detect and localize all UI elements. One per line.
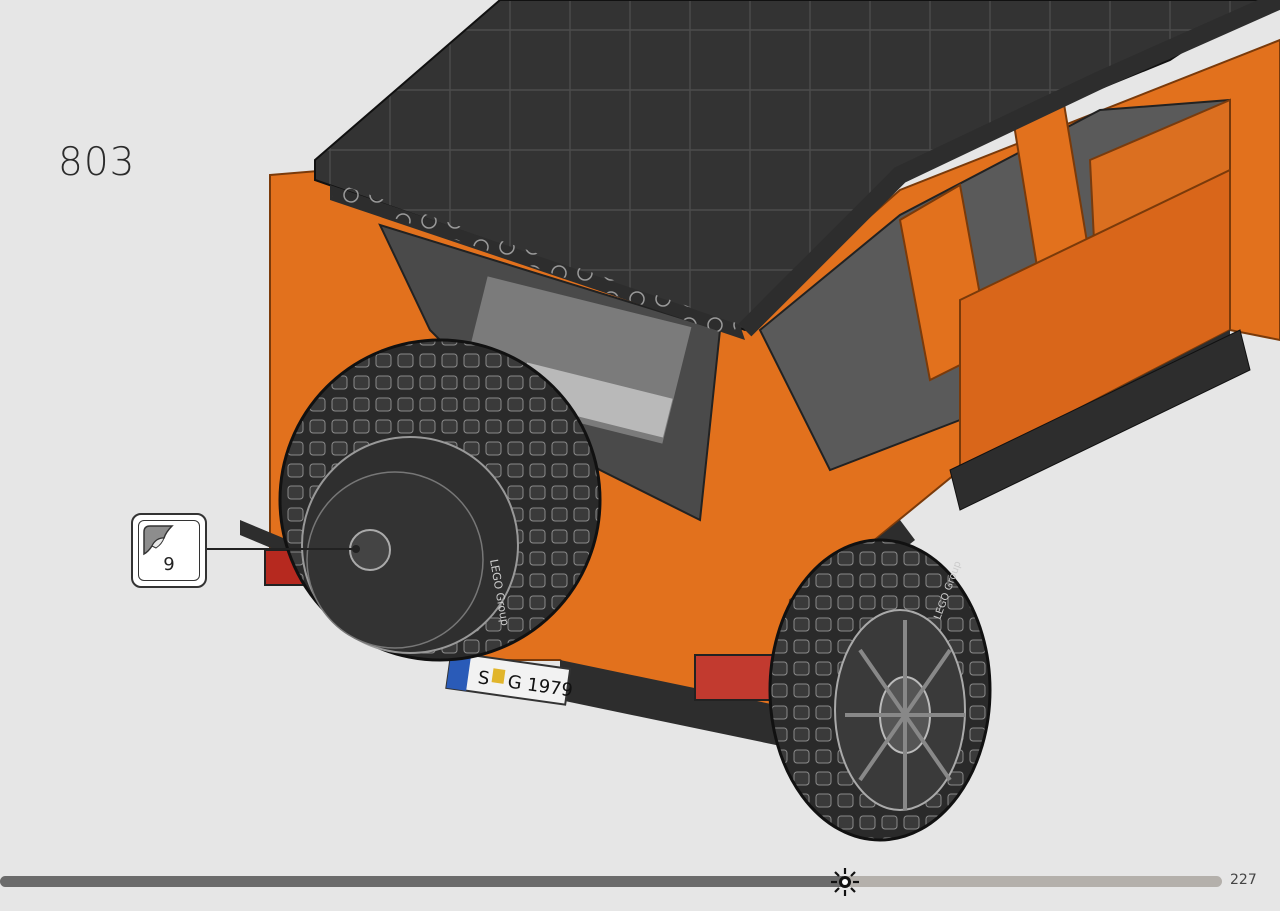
sticker-icon xyxy=(143,525,174,556)
sticker-callout-inner: 9 xyxy=(138,520,200,581)
page-number: 227 xyxy=(1230,872,1257,888)
sun-gear-icon xyxy=(831,868,859,896)
sticker-callout: 9 xyxy=(131,513,207,588)
progress-bar xyxy=(0,876,1222,887)
instruction-page: S G 1979 LEGO Group LEGO Group 803 9 227 xyxy=(0,0,1280,911)
vehicle-illustration: S G 1979 LEGO Group LEGO Group xyxy=(240,0,1280,842)
spare-wheel: LEGO Group xyxy=(278,338,602,662)
right-taillight xyxy=(694,654,781,701)
progress-fill xyxy=(0,876,844,887)
callout-connector-dot xyxy=(352,545,360,553)
rear-right-wheel: LEGO Group xyxy=(768,538,992,842)
sticker-count: 9 xyxy=(163,554,175,575)
callout-connector xyxy=(205,548,358,550)
step-number: 803 xyxy=(58,140,136,185)
